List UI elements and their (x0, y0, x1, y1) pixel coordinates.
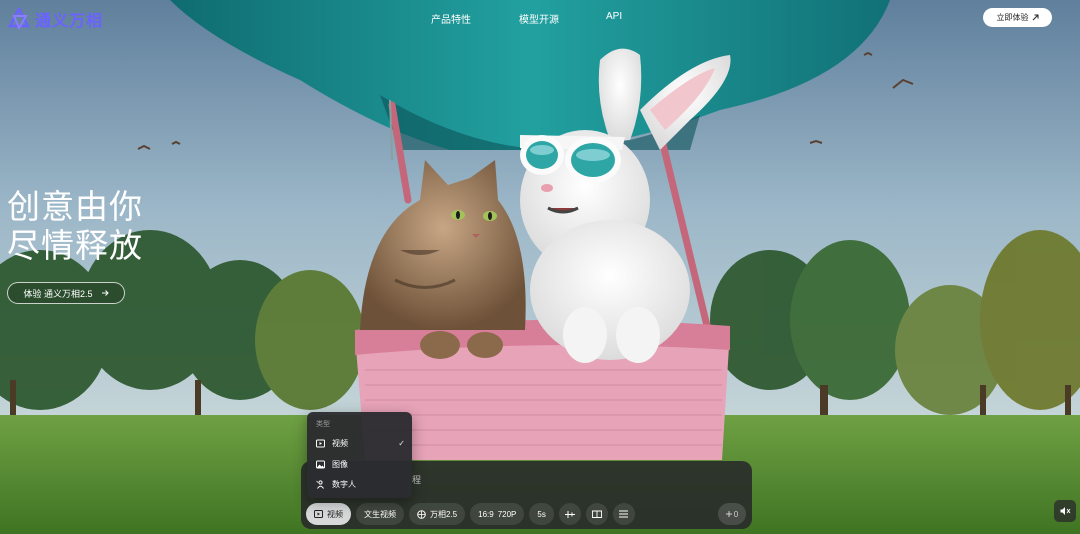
type-dropdown-menu: 类型 视频 ✓ 图像 数字人 (307, 412, 412, 498)
try-now-label: 立即体验 (996, 13, 1029, 22)
hero-line-1: 创意由你 (7, 188, 143, 225)
hero-line-2: 尽情释放 (7, 227, 143, 264)
dropdown-item-digital-human[interactable]: 数字人 (307, 475, 412, 493)
reference-button[interactable] (585, 503, 608, 525)
image-icon (316, 460, 325, 468)
ratio-resolution-button[interactable]: 16:9 720P (470, 503, 525, 525)
video-icon (316, 439, 325, 447)
dropdown-item-image[interactable]: 图像 (307, 455, 412, 473)
dropdown-item-label: 视频 (332, 438, 348, 448)
nav-item-api[interactable]: API (606, 11, 622, 22)
mode-label: 视频 (327, 509, 343, 519)
check-icon: ✓ (398, 438, 405, 448)
digital-human-icon (316, 479, 324, 489)
try-now-button[interactable]: 立即体验 (983, 8, 1052, 27)
task-label: 文生视频 (364, 509, 396, 519)
experience-button[interactable]: 体验 通义万相2.5 (7, 282, 125, 304)
duration-button[interactable]: 5s (529, 503, 554, 525)
prompt-input[interactable]: 程 (412, 473, 421, 486)
ratio-label: 16:9 (478, 509, 494, 519)
model-label: 万相2.5 (430, 509, 458, 519)
model-select-button[interactable]: 万相2.5 (409, 503, 466, 525)
resolution-label: 720P (497, 509, 517, 519)
experience-button-label: 体验 通义万相2.5 (23, 288, 93, 299)
dropdown-item-label: 数字人 (332, 479, 356, 489)
nav-item-open-source[interactable]: 模型开源 (519, 11, 559, 26)
nav-item-features[interactable]: 产品特性 (431, 11, 471, 26)
sound-toggle-button[interactable] (1054, 500, 1076, 522)
hero-headline: 创意由你 尽情释放 (7, 187, 143, 265)
arrow-right-icon (101, 290, 109, 296)
dropdown-header: 类型 (316, 421, 330, 428)
dropdown-item-label: 图像 (332, 459, 348, 469)
list-icon (619, 510, 629, 518)
composer-toolbar: 视频 文生视频 万相2.5 16:9 720P 5s (306, 503, 635, 525)
credit-count: 0 (733, 509, 739, 519)
book-icon (591, 510, 602, 518)
top-nav: 产品特性 模型开源 API (0, 11, 1080, 26)
speaker-icon (1060, 507, 1070, 515)
duration-label: 5s (537, 509, 546, 519)
motion-settings-button[interactable] (558, 503, 581, 525)
model-icon (417, 509, 426, 519)
hero-background-image (0, 0, 1080, 534)
mode-select-button[interactable]: 视频 (306, 503, 351, 525)
video-icon (314, 510, 323, 518)
sliders-icon (564, 510, 575, 518)
plus-icon (725, 511, 732, 517)
dropdown-item-video[interactable]: 视频 ✓ (307, 434, 412, 452)
more-options-button[interactable] (612, 503, 635, 525)
generate-button[interactable]: 0 (718, 503, 746, 525)
task-select-button[interactable]: 文生视频 (356, 503, 404, 525)
arrow-up-right-icon (1032, 14, 1038, 21)
